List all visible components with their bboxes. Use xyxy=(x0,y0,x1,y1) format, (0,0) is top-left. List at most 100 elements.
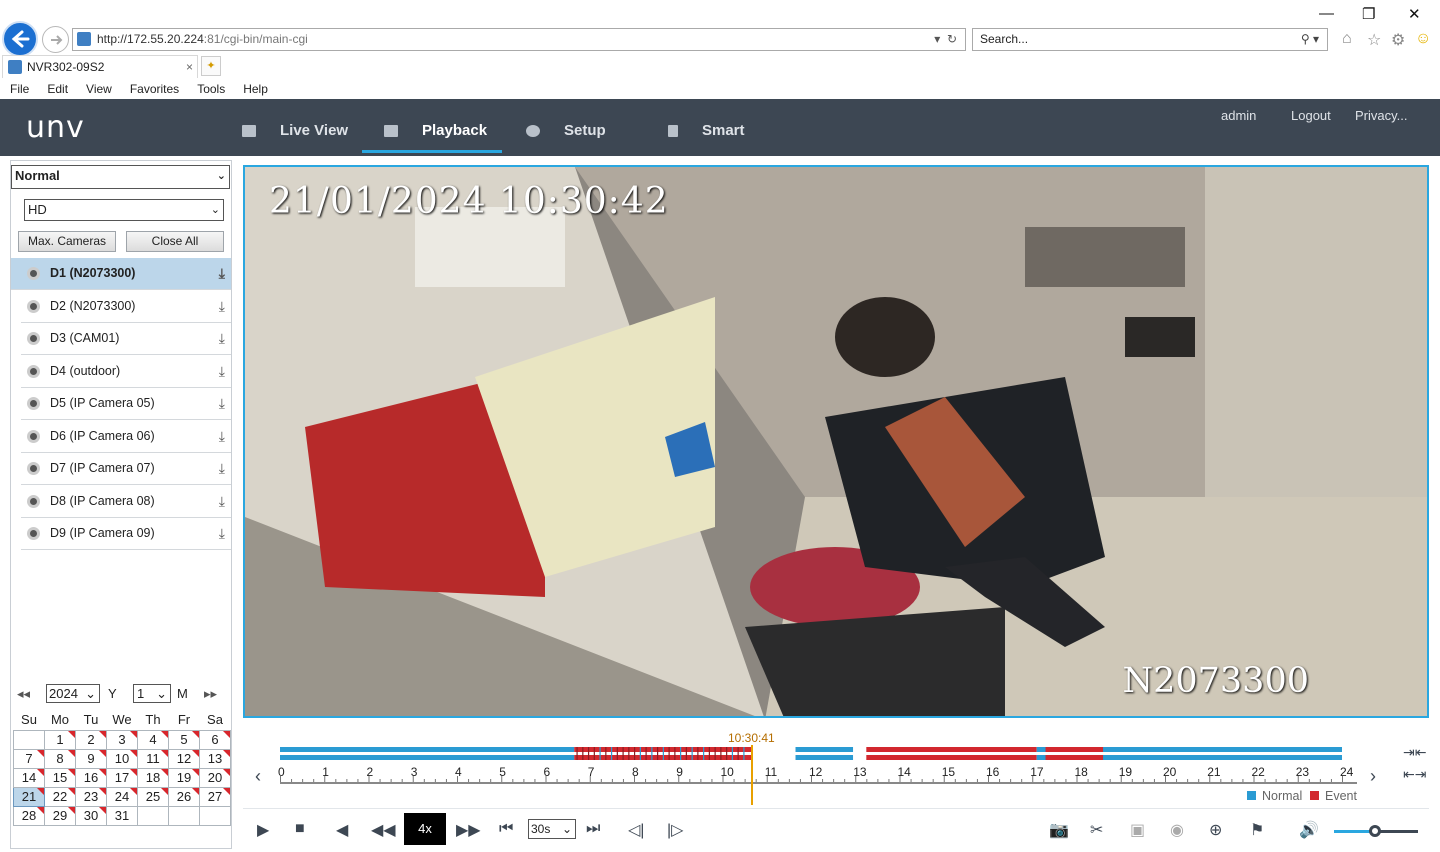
camera-item[interactable]: D6 (IP Camera 06) ⤓ xyxy=(21,421,231,453)
prev-frame-icon[interactable]: ◁| xyxy=(628,820,644,840)
calendar-day[interactable]: 1 xyxy=(44,729,76,750)
camera-item[interactable]: D1 (N2073300) ⤓ xyxy=(11,258,231,290)
month-select[interactable]: 1 ⌄ xyxy=(133,684,171,703)
recording-segment[interactable] xyxy=(280,747,575,752)
calendar-day[interactable]: 2 xyxy=(75,729,107,750)
zoom-out-timeline-icon[interactable]: ⇤⇥ xyxy=(1403,766,1426,783)
download-icon[interactable]: ⤓ xyxy=(219,323,225,354)
menu-view[interactable]: View xyxy=(86,82,112,96)
next-month-icon[interactable]: ▸▸ xyxy=(204,686,217,702)
stream-select[interactable]: HD ⌄ xyxy=(24,199,224,221)
skip-interval-select[interactable]: 30s ⌄ xyxy=(528,819,576,839)
camera-item[interactable]: D9 (IP Camera 09) ⤓ xyxy=(21,518,231,550)
max-cameras-button[interactable]: Max. Cameras xyxy=(18,231,116,252)
download-icon[interactable]: ⤓ xyxy=(219,356,225,387)
prev-year-icon[interactable]: ◂◂ xyxy=(17,686,30,702)
calendar-day[interactable]: 27 xyxy=(199,786,231,807)
calendar-day[interactable]: 20 xyxy=(199,767,231,788)
speed-up-icon[interactable]: ▶▶ xyxy=(456,820,481,840)
skip-back-icon[interactable]: ⏮ xyxy=(499,820,513,838)
calendar-day[interactable]: 31 xyxy=(106,805,138,826)
download-icon[interactable]: ⤓ xyxy=(219,291,225,322)
recording-segment[interactable] xyxy=(866,755,1037,760)
volume-handle[interactable] xyxy=(1369,825,1381,837)
close-all-button[interactable]: Close All xyxy=(126,231,224,252)
recording-segment[interactable] xyxy=(795,747,854,752)
calendar-day[interactable]: 29 xyxy=(44,805,76,826)
menu-favorites[interactable]: Favorites xyxy=(130,82,179,96)
search-input[interactable]: Search... ⚲ ▾ xyxy=(972,28,1328,51)
privacy-link[interactable]: Privacy... xyxy=(1355,108,1408,123)
next-frame-icon[interactable]: |▷ xyxy=(667,820,683,840)
recording-segment[interactable] xyxy=(1045,747,1104,752)
menu-file[interactable]: File xyxy=(10,82,29,96)
timeline-next-icon[interactable]: › xyxy=(1370,766,1376,787)
download-icon[interactable]: ⤓ xyxy=(219,421,225,452)
calendar-day[interactable]: 5 xyxy=(168,729,200,750)
recording-segment[interactable] xyxy=(1145,755,1342,760)
calendar-day[interactable]: 17 xyxy=(106,767,138,788)
recording-segment[interactable] xyxy=(795,755,854,760)
nav-smart[interactable]: Smart xyxy=(668,99,745,153)
download-icon[interactable]: ⤓ xyxy=(219,486,225,517)
home-icon[interactable]: ⌂ xyxy=(1342,30,1352,48)
menu-tools[interactable]: Tools xyxy=(197,82,225,96)
back-button[interactable] xyxy=(2,21,38,57)
calendar-day[interactable]: 25 xyxy=(137,786,169,807)
calendar-day[interactable]: 6 xyxy=(199,729,231,750)
camera-item[interactable]: D3 (CAM01) ⤓ xyxy=(21,323,231,355)
calendar-day[interactable]: 24 xyxy=(106,786,138,807)
timeline-prev-icon[interactable]: ‹ xyxy=(255,766,261,787)
minimize-icon[interactable]: — xyxy=(1319,5,1334,22)
browser-tab[interactable]: NVR302-09S2 × xyxy=(2,55,198,78)
tools-gear-icon[interactable]: ⚙ xyxy=(1391,30,1405,50)
nav-playback[interactable]: Playback xyxy=(384,99,487,153)
digital-zoom-icon[interactable]: ⊕ xyxy=(1209,820,1222,840)
calendar-day[interactable]: 15 xyxy=(44,767,76,788)
camera-item[interactable]: D2 (N2073300) ⤓ xyxy=(21,291,231,323)
zoom-in-timeline-icon[interactable]: ⇥⇤ xyxy=(1403,744,1426,761)
restore-icon[interactable]: ❐ xyxy=(1362,5,1375,23)
download-icon[interactable]: ⤓ xyxy=(219,453,225,484)
calendar-day[interactable]: 9 xyxy=(75,748,107,769)
recording-segment[interactable] xyxy=(1145,747,1342,752)
camera-item[interactable]: D5 (IP Camera 05) ⤓ xyxy=(21,388,231,420)
camera-item[interactable]: D7 (IP Camera 07) ⤓ xyxy=(21,453,231,485)
volume-slider[interactable] xyxy=(1334,825,1418,837)
calendar-day[interactable]: 11 xyxy=(137,748,169,769)
reverse-play-icon[interactable]: ◀ xyxy=(336,820,348,840)
calendar-day[interactable]: 19 xyxy=(168,767,200,788)
play-icon[interactable]: ▶ xyxy=(257,820,269,840)
calendar-day[interactable]: 7 xyxy=(13,748,45,769)
tag-icon[interactable]: ⚑ xyxy=(1250,820,1264,840)
download-icon[interactable]: ⤓ xyxy=(219,518,225,549)
calendar-day[interactable]: 4 xyxy=(137,729,169,750)
recording-segment[interactable] xyxy=(280,755,575,760)
calendar-day[interactable]: 13 xyxy=(199,748,231,769)
calendar-day[interactable]: 21 xyxy=(13,786,45,807)
skip-forward-icon[interactable]: ⏭ xyxy=(586,820,600,838)
close-window-icon[interactable]: ✕ xyxy=(1408,5,1421,23)
refresh-icon[interactable]: ▾ ↻ xyxy=(934,29,957,50)
volume-icon[interactable]: 🔊 xyxy=(1299,820,1319,840)
calendar-day[interactable]: 22 xyxy=(44,786,76,807)
calendar-day[interactable]: 10 xyxy=(106,748,138,769)
smiley-feedback-icon[interactable]: ☺ xyxy=(1415,30,1431,48)
camera-item[interactable]: D8 (IP Camera 08) ⤓ xyxy=(21,486,231,518)
menu-help[interactable]: Help xyxy=(243,82,268,96)
new-tab-button[interactable]: ✦ xyxy=(201,56,221,76)
nav-setup[interactable]: Setup xyxy=(526,99,606,153)
mode-select[interactable]: Normal ⌄ xyxy=(11,165,230,189)
calendar-day[interactable]: 18 xyxy=(137,767,169,788)
search-icon[interactable]: ⚲ ▾ xyxy=(1301,29,1319,50)
calendar-day[interactable]: 28 xyxy=(13,805,45,826)
calendar-day[interactable]: 14 xyxy=(13,767,45,788)
calendar-day[interactable]: 30 xyxy=(75,805,107,826)
calendar-day[interactable]: 26 xyxy=(168,786,200,807)
download-icon[interactable]: ⤓ xyxy=(219,388,225,419)
camera-item[interactable]: D4 (outdoor) ⤓ xyxy=(21,356,231,388)
favorites-star-icon[interactable]: ☆ xyxy=(1367,30,1381,50)
timeline-cursor[interactable] xyxy=(751,745,753,805)
stop-icon[interactable]: ■ xyxy=(295,820,305,838)
menu-edit[interactable]: Edit xyxy=(47,82,68,96)
